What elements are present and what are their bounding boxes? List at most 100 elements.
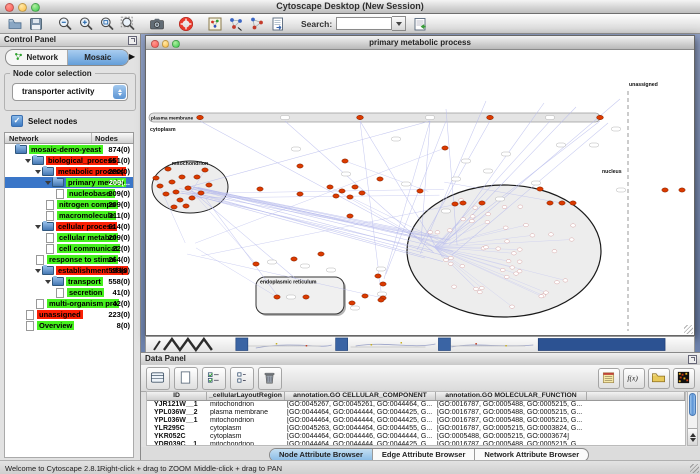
scroll-up-icon[interactable] <box>690 433 696 437</box>
tree-row[interactable]: mosaic-demo-yeast874(0) <box>5 144 133 155</box>
notepad-button[interactable] <box>598 368 620 389</box>
attribute-table-button[interactable] <box>146 367 170 390</box>
select-attributes-button[interactable] <box>202 367 226 390</box>
vizmapper-icon[interactable] <box>207 16 223 32</box>
layout-nodes-icon[interactable] <box>228 16 244 32</box>
save-session-icon[interactable] <box>28 16 44 32</box>
tree-row[interactable]: response to stimul264(0) <box>5 254 133 265</box>
annotation-icon[interactable] <box>270 16 286 32</box>
column-header[interactable]: annotation.GO CELLULAR_COMPONENT <box>285 392 436 400</box>
expand-triangle-icon[interactable] <box>35 170 41 174</box>
search-options-icon[interactable] <box>412 16 428 32</box>
table-cell: mitochondrion <box>206 417 283 425</box>
matrix-icon[interactable] <box>676 370 692 386</box>
table-cell: [GO:0044464, GO:0044446, GO:0044444, G..… <box>283 433 433 441</box>
minimize-window-icon[interactable] <box>18 3 27 12</box>
network-file-icon <box>36 299 44 309</box>
snapshot-icon[interactable] <box>149 16 165 32</box>
expand-triangle-icon[interactable] <box>35 269 41 273</box>
table-scrollbar[interactable] <box>687 391 698 446</box>
table-row[interactable]: YJR121W__1mitochondrion[GO:0045267, GO:0… <box>147 401 685 409</box>
tree-row[interactable]: metabolic process280(0) <box>5 166 133 177</box>
tree-row[interactable]: cell communicat22(0) <box>5 243 133 254</box>
table-row[interactable]: YLR295Ccytoplasm[GO:0045263, GO:0044464,… <box>147 425 685 433</box>
import-attributes-button[interactable] <box>648 368 670 389</box>
close-icon[interactable] <box>151 40 159 48</box>
tree-row[interactable]: cellular process614(0) <box>5 221 133 232</box>
tree-row[interactable]: Overview8(0) <box>5 320 133 331</box>
network-tree: mosaic-demo-yeast874(0)biological_proces… <box>4 144 134 458</box>
tree-row[interactable]: multi-organism pro42(0) <box>5 298 133 309</box>
delete-attribute-icon[interactable] <box>262 370 278 386</box>
tree-row[interactable]: nucleobase-209(0) <box>5 188 133 199</box>
import-attributes-icon[interactable] <box>651 370 667 386</box>
search-input[interactable] <box>336 17 392 30</box>
node-color-dropdown[interactable]: transporter activity <box>12 83 128 101</box>
table-row[interactable]: YPL036W__2plasma membrane[GO:0044464, GO… <box>147 409 685 417</box>
tree-row[interactable]: primary metabo209(... <box>5 177 133 188</box>
expand-triangle-icon[interactable] <box>45 181 51 185</box>
minimize-icon[interactable] <box>162 40 170 48</box>
select-nodes-checkbox[interactable]: ✓ <box>11 115 23 127</box>
window-resize-grip[interactable] <box>684 325 693 334</box>
column-header[interactable] <box>587 392 685 400</box>
tree-row[interactable]: cellular metabol209(0) <box>5 232 133 243</box>
tab-mosaic[interactable]: Mosaic <box>67 50 129 65</box>
select-attributes-icon[interactable] <box>206 370 222 386</box>
data-panel-toolbar: f(x) <box>141 365 700 392</box>
tree-row[interactable]: unassigned223(0) <box>5 309 133 320</box>
scrollbar-arrows[interactable] <box>688 428 697 445</box>
zoom-window-icon[interactable] <box>31 3 40 12</box>
unselect-attributes-icon[interactable] <box>234 370 250 386</box>
help-icon[interactable] <box>178 16 194 32</box>
search-dropdown-button[interactable] <box>392 16 406 31</box>
zoom-icon[interactable] <box>172 40 180 48</box>
tree-row[interactable]: macromolecule311(0) <box>5 210 133 221</box>
float-panel-icon[interactable] <box>688 355 697 364</box>
expand-triangle-icon[interactable] <box>25 159 31 163</box>
open-session-icon[interactable] <box>7 16 23 32</box>
column-header[interactable]: ID <box>147 392 207 400</box>
attribute-buttons <box>146 367 282 390</box>
function-builder-icon[interactable]: f(x) <box>626 370 642 386</box>
zoom-in-icon[interactable] <box>78 16 94 32</box>
matrix-button[interactable] <box>673 368 695 389</box>
tree-row[interactable]: secretion41(0) <box>5 287 133 298</box>
unselect-attributes-button[interactable] <box>230 367 254 390</box>
tree-row[interactable]: biological_process651(0) <box>5 155 133 166</box>
new-attribute-icon[interactable] <box>178 370 194 386</box>
app-resize-grip[interactable] <box>690 464 699 473</box>
column-header[interactable]: _cellularLayoutRegion <box>207 392 285 400</box>
tab-overflow-arrow[interactable]: ▶ <box>129 52 135 61</box>
table-cell: YDR039C__1 <box>147 441 206 447</box>
table-row[interactable]: YPL036W__1mitochondrion[GO:0044464, GO:0… <box>147 417 685 425</box>
tab-network[interactable]: Network <box>6 50 67 65</box>
expand-triangle-icon[interactable] <box>35 225 41 229</box>
node-count: 264(0) <box>108 255 130 264</box>
notepad-icon[interactable] <box>601 370 617 386</box>
window-controls <box>5 3 40 12</box>
delete-attribute-button[interactable] <box>258 367 282 390</box>
window-titlebar[interactable]: Cytoscape Desktop (New Session) <box>0 0 700 14</box>
network-canvas[interactable]: plasma membranecytoplasmmitochondrionnuc… <box>146 49 694 335</box>
close-window-icon[interactable] <box>5 3 14 12</box>
column-header[interactable]: annotation.GO MOLECULAR_FUNCTION <box>436 392 587 400</box>
float-panel-icon[interactable] <box>128 36 137 45</box>
tree-row[interactable]: nitrogen compo209(0) <box>5 199 133 210</box>
tree-row[interactable]: transport558(0) <box>5 276 133 287</box>
attribute-table-icon[interactable] <box>150 370 166 386</box>
zoom-fit-icon[interactable] <box>99 16 115 32</box>
tree-row[interactable]: establishment of lo558(0) <box>5 265 133 276</box>
table-row[interactable]: YDR039C__1mitochondrion[GO:0044464, GO:0… <box>147 441 685 447</box>
layout-nodes-alt-icon[interactable] <box>249 16 265 32</box>
new-attribute-button[interactable] <box>174 367 198 390</box>
zoom-out-icon[interactable] <box>57 16 73 32</box>
function-builder-button[interactable]: f(x) <box>623 368 645 389</box>
zoom-selected-icon[interactable] <box>120 16 136 32</box>
scroll-down-icon[interactable] <box>690 438 696 442</box>
background-windows-strip[interactable] <box>145 336 695 353</box>
scrollbar-thumb[interactable] <box>689 393 696 416</box>
network-window-titlebar[interactable]: primary metabolic process <box>146 36 694 50</box>
expand-triangle-icon[interactable] <box>45 280 51 284</box>
table-row[interactable]: YKR052Ccytoplasm[GO:0044464, GO:0044446,… <box>147 433 685 441</box>
